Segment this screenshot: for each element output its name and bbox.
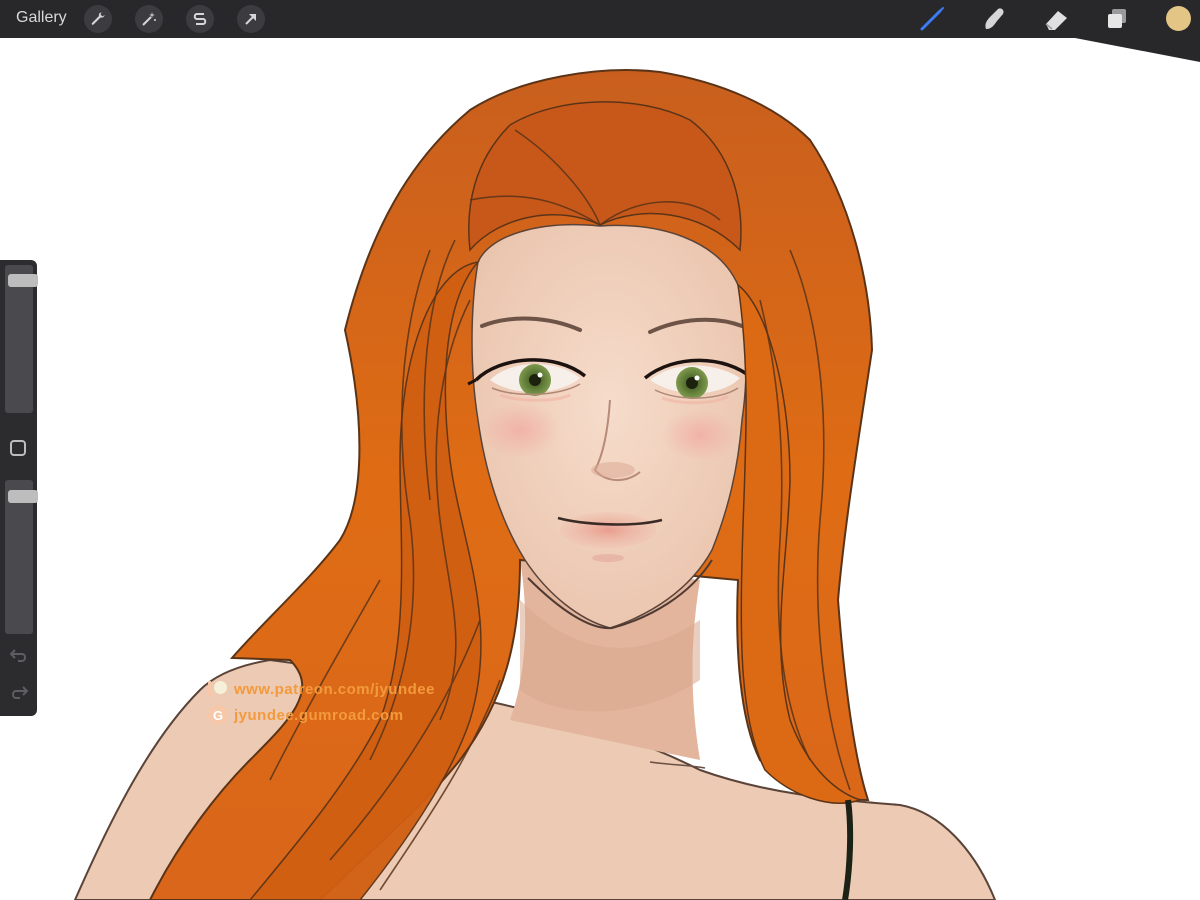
top-toolbar: Gallery — [0, 0, 1200, 38]
gallery-button[interactable]: Gallery — [16, 9, 67, 27]
gumroad-icon: G — [208, 705, 228, 725]
opacity-slider[interactable] — [5, 480, 38, 634]
adjustments-button[interactable] — [135, 5, 163, 33]
actions-button[interactable] — [84, 5, 112, 33]
eraser-tool-button[interactable] — [1042, 5, 1070, 33]
patreon-icon — [208, 680, 228, 698]
redo-icon — [12, 686, 29, 699]
color-picker-button[interactable] — [1166, 6, 1191, 31]
patreon-url: www.patreon.com/jyundee — [234, 680, 435, 698]
left-sidebar — [0, 260, 38, 716]
magic-wand-icon — [142, 12, 156, 26]
smudge-finger-icon — [985, 8, 1004, 30]
drawing-canvas[interactable] — [0, 38, 1200, 900]
gumroad-url: jyundee.gumroad.com — [234, 706, 404, 724]
brush-size-slider[interactable] — [5, 265, 38, 413]
left-cheek-blush — [480, 402, 560, 458]
procreate-app: Gallery www.patreon.com/jyundee G jyunde… — [0, 0, 1200, 900]
brush-icon — [920, 7, 944, 31]
layers-button[interactable] — [1103, 5, 1131, 33]
brush-tool-button[interactable] — [918, 5, 946, 33]
wrench-icon — [91, 12, 105, 25]
brush-size-thumb[interactable] — [8, 274, 38, 287]
transform-button[interactable] — [237, 5, 265, 33]
watermark: www.patreon.com/jyundee G jyundee.gumroa… — [208, 676, 435, 728]
lower-lip-highlight — [592, 554, 624, 562]
nose-shadow — [591, 462, 635, 478]
opacity-thumb[interactable] — [8, 490, 38, 503]
lips — [560, 512, 656, 548]
selection-button[interactable] — [186, 5, 214, 33]
layers-icon — [1108, 9, 1126, 28]
patreon-line: www.patreon.com/jyundee — [208, 676, 435, 702]
undo-button[interactable] — [8, 646, 30, 664]
transform-arrow-icon — [245, 14, 256, 25]
eraser-icon — [1045, 11, 1067, 30]
redo-button[interactable] — [8, 683, 30, 701]
modify-button[interactable] — [10, 440, 26, 456]
canvas-corner — [1075, 38, 1200, 62]
smudge-tool-button[interactable] — [980, 5, 1008, 33]
right-cheek-blush — [662, 409, 738, 461]
gumroad-line: G jyundee.gumroad.com — [208, 702, 435, 728]
undo-icon — [9, 649, 26, 662]
selection-s-icon — [193, 13, 207, 25]
